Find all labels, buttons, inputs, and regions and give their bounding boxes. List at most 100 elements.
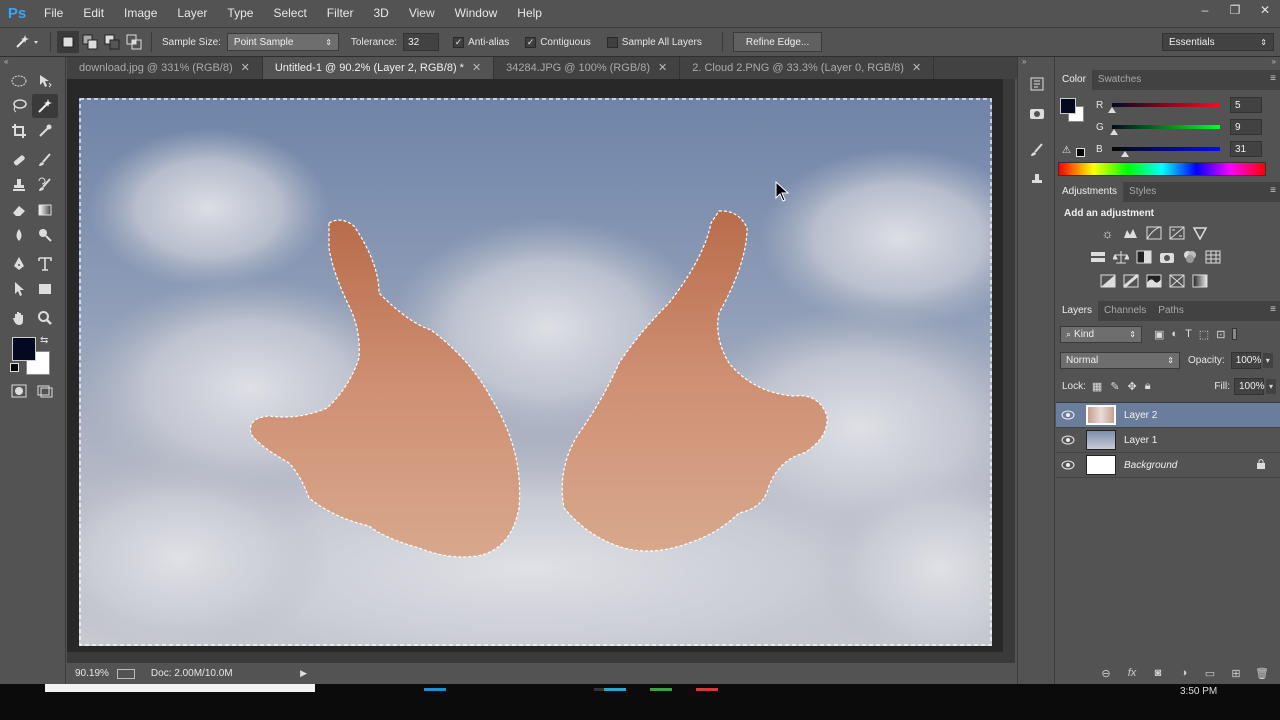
menu-image[interactable]: Image <box>114 0 167 27</box>
pixel-layer-filter-icon[interactable]: ▣ <box>1154 328 1164 341</box>
tab-color[interactable]: Color <box>1056 70 1092 90</box>
canvas-area[interactable] <box>67 79 1015 663</box>
close-icon[interactable]: ✕ <box>912 62 921 74</box>
layer-kind-filter[interactable]: ⌕ Kind ⇕ <box>1060 325 1142 343</box>
posterize-button[interactable] <box>1119 271 1142 291</box>
hue-saturation-button[interactable] <box>1086 247 1109 267</box>
sample-all-layers-checkbox[interactable] <box>606 36 618 48</box>
close-icon[interactable]: ✕ <box>241 62 250 74</box>
opacity-input[interactable]: 100% <box>1230 351 1261 369</box>
menu-3d[interactable]: 3D <box>363 0 398 27</box>
document-tab[interactable]: 34284.JPG @ 100% (RGB/8) ✕ <box>494 57 681 79</box>
fill-dropdown-icon[interactable]: ▾ <box>1265 378 1276 394</box>
history-panel-button[interactable] <box>1018 69 1056 99</box>
document-tab-active[interactable]: Untitled-1 @ 90.2% (Layer 2, RGB/8) * ✕ <box>262 57 495 79</box>
vibrance-button[interactable] <box>1188 223 1211 243</box>
blend-mode-select[interactable]: Normal ⇕ <box>1060 351 1180 369</box>
taskbar-search-box[interactable] <box>45 684 315 692</box>
lock-icon[interactable] <box>1256 458 1266 473</box>
photo-filter-button[interactable] <box>1155 247 1178 267</box>
path-selection-tool[interactable] <box>6 277 32 301</box>
blue-slider[interactable] <box>1112 147 1220 157</box>
lasso-tool[interactable] <box>6 94 32 118</box>
menu-type[interactable]: Type <box>217 0 263 27</box>
slider-thumb[interactable] <box>1110 129 1118 135</box>
panel-collapse-icon[interactable]: » <box>1056 57 1280 70</box>
red-slider[interactable] <box>1108 103 1220 113</box>
menu-view[interactable]: View <box>399 0 445 27</box>
restore-button[interactable]: ❐ <box>1220 0 1250 20</box>
document-canvas[interactable] <box>79 98 992 646</box>
tab-swatches[interactable]: Swatches <box>1092 70 1147 90</box>
layer-name[interactable]: Layer 2 <box>1124 410 1157 421</box>
menu-edit[interactable]: Edit <box>73 0 114 27</box>
refine-edge-button[interactable]: Refine Edge... <box>732 32 823 52</box>
healing-brush-tool[interactable] <box>6 148 32 172</box>
status-icon[interactable] <box>116 668 135 679</box>
panel-menu-icon[interactable]: ≡ <box>1270 304 1276 315</box>
eraser-tool[interactable] <box>6 198 32 222</box>
lock-all-icon[interactable]: 🔒︎ <box>1145 380 1151 393</box>
contiguous-checkbox[interactable]: ✓ <box>525 36 537 48</box>
curves-button[interactable] <box>1142 223 1165 243</box>
menu-file[interactable]: File <box>34 0 73 27</box>
smart-object-filter-icon[interactable]: ⊡ <box>1216 328 1225 341</box>
lock-transparent-icon[interactable]: ▦ <box>1092 380 1102 393</box>
tab-channels[interactable]: Channels <box>1098 301 1152 321</box>
close-icon[interactable]: ✕ <box>472 62 481 74</box>
taskbar-app-icon[interactable] <box>650 688 672 691</box>
layer-name[interactable]: Background <box>1124 460 1177 471</box>
black-white-button[interactable] <box>1132 247 1155 267</box>
color-panel-foreground-swatch[interactable] <box>1060 98 1076 114</box>
add-mask-icon[interactable]: ◙ <box>1148 663 1168 683</box>
clone-source-panel-button[interactable] <box>1018 165 1056 195</box>
horizontal-scrollbar[interactable] <box>67 652 1003 663</box>
vertical-scrollbar[interactable] <box>1003 79 1015 663</box>
hand-tool[interactable] <box>6 306 32 330</box>
red-value[interactable]: 5 <box>1230 97 1262 113</box>
menu-window[interactable]: Window <box>445 0 508 27</box>
zoom-level[interactable]: 90.19% <box>75 668 109 679</box>
add-selection-button[interactable] <box>79 31 101 53</box>
info-panel-button[interactable] <box>1018 99 1056 129</box>
tab-layers[interactable]: Layers <box>1056 301 1099 321</box>
opacity-dropdown-icon[interactable]: ▾ <box>1262 352 1273 368</box>
taskbar-app-icon[interactable] <box>696 688 718 691</box>
new-adjustment-layer-icon[interactable]: ◑ <box>1174 663 1194 683</box>
slider-thumb[interactable] <box>1121 151 1129 157</box>
exposure-button[interactable] <box>1165 223 1188 243</box>
close-button[interactable]: ✕ <box>1250 0 1280 20</box>
sample-size-select[interactable]: Point Sample ⇕ <box>226 33 339 51</box>
adjustment-layer-filter-icon[interactable]: ◐ <box>1171 328 1178 341</box>
layer-row-layer-1[interactable]: Layer 1 <box>1056 428 1280 453</box>
invert-button[interactable] <box>1096 271 1119 291</box>
gradient-map-button[interactable] <box>1188 271 1211 291</box>
blue-value[interactable]: 31 <box>1230 141 1262 157</box>
anti-alias-checkbox[interactable]: ✓ <box>453 36 465 48</box>
workspace-select[interactable]: Essentials ⇕ <box>1162 33 1274 51</box>
tab-styles[interactable]: Styles <box>1123 182 1162 202</box>
subtract-selection-button[interactable] <box>101 31 123 53</box>
tool-preset-picker[interactable] <box>8 31 44 53</box>
delete-layer-icon[interactable]: 🗑︎ <box>1252 663 1272 683</box>
default-colors-icon[interactable] <box>10 363 19 372</box>
taskbar-clock[interactable]: 3:50 PM <box>1180 686 1217 697</box>
magic-wand-tool[interactable] <box>32 94 58 118</box>
green-slider[interactable] <box>1110 125 1220 135</box>
lock-pixels-icon[interactable]: ✎ <box>1110 380 1119 393</box>
layer-row-background[interactable]: Background <box>1056 453 1280 478</box>
color-spectrum-ramp[interactable] <box>1058 162 1266 176</box>
panel-collapse-icon[interactable]: « <box>0 57 65 69</box>
zoom-tool[interactable] <box>32 306 58 330</box>
foreground-color-swatch[interactable] <box>12 337 36 361</box>
brush-panel-button[interactable] <box>1018 135 1056 165</box>
link-layers-icon[interactable]: ⊖ <box>1096 663 1116 683</box>
lock-position-icon[interactable]: ✥ <box>1128 380 1137 393</box>
intersect-selection-button[interactable] <box>123 31 145 53</box>
taskbar-app-icon[interactable] <box>604 688 626 691</box>
pen-tool[interactable] <box>6 252 32 276</box>
layer-row-layer-2[interactable]: Layer 2 <box>1056 403 1280 428</box>
move-tool[interactable] <box>32 69 58 93</box>
dock-expand-icon[interactable]: » <box>1018 57 1054 69</box>
visibility-eye-icon[interactable] <box>1056 435 1080 445</box>
